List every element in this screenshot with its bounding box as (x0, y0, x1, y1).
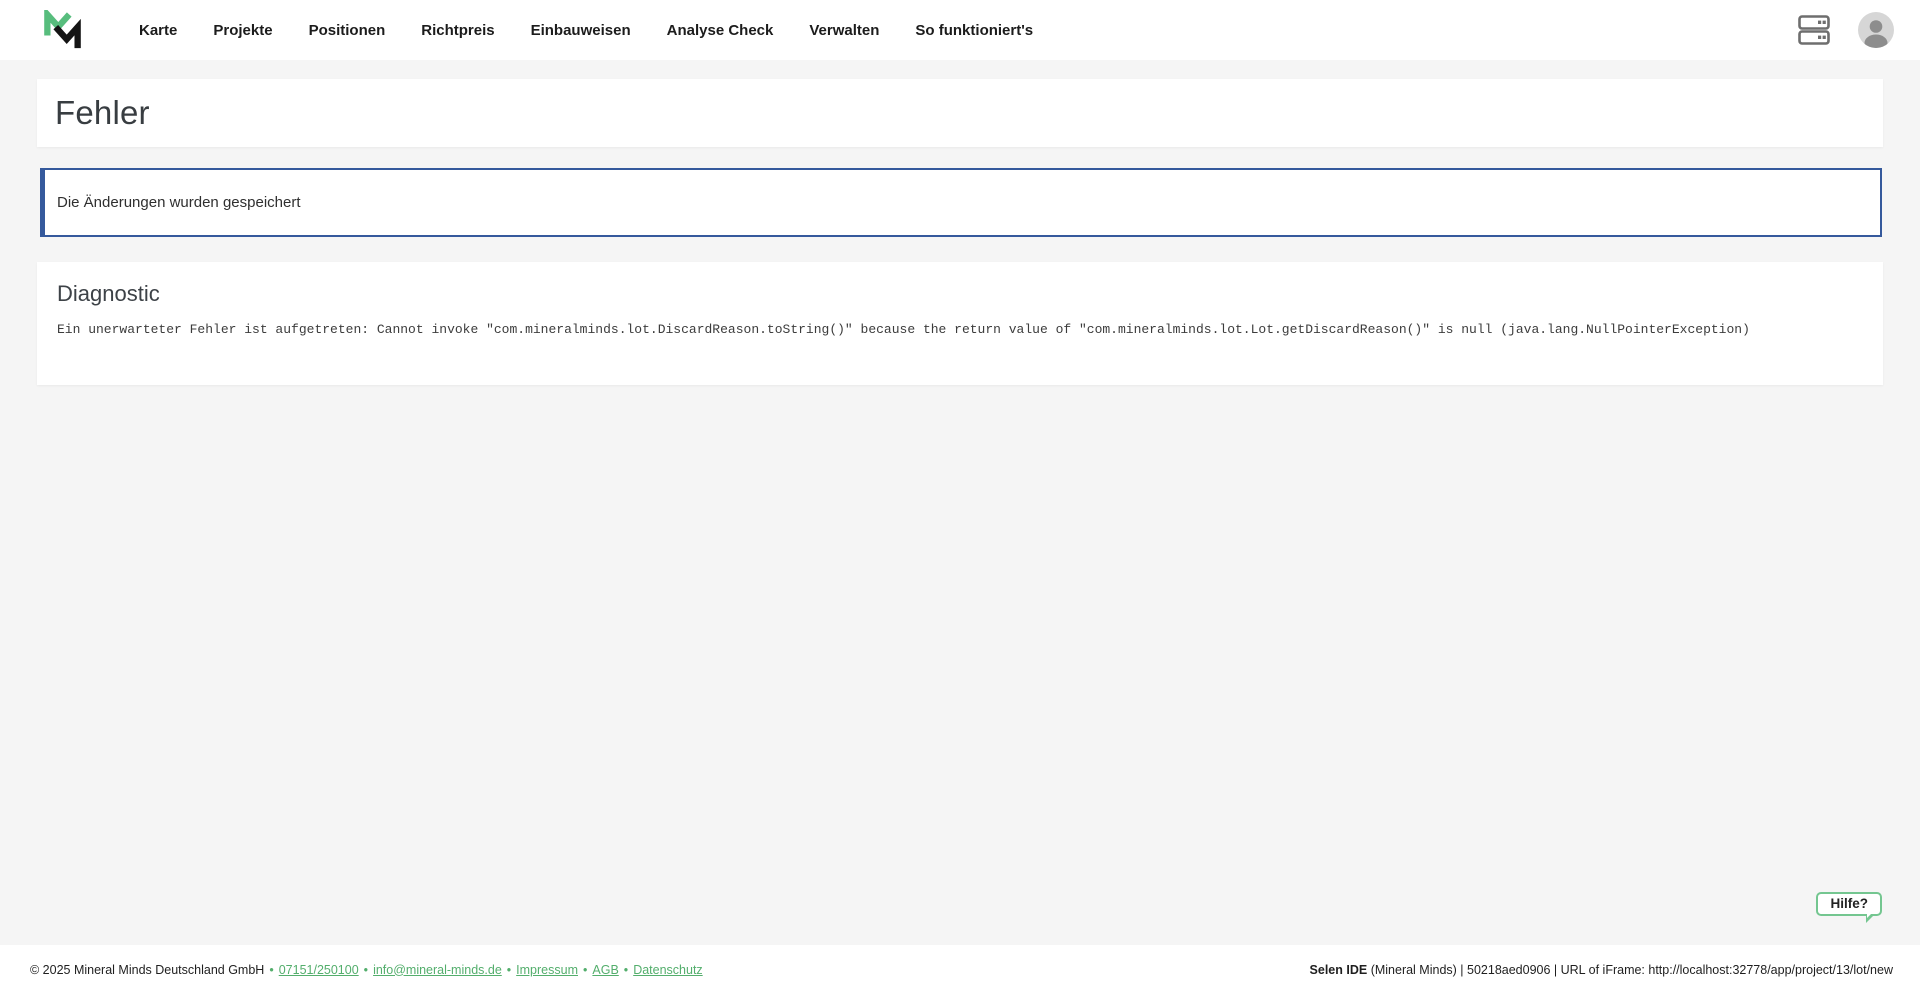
nav-item-verwalten[interactable]: Verwalten (809, 22, 879, 39)
alert-message: Die Änderungen wurden gespeichert (57, 194, 301, 211)
topbar-right-icons (1798, 12, 1894, 48)
footer-separator: • (583, 963, 587, 977)
mineral-minds-logo-icon[interactable] (44, 10, 81, 51)
saved-changes-alert: Die Änderungen wurden gespeichert (40, 168, 1882, 237)
user-avatar-icon[interactable] (1858, 12, 1894, 48)
server-icon[interactable] (1798, 15, 1830, 45)
footer-link-email[interactable]: info@mineral-minds.de (373, 963, 502, 977)
nav-item-analyse-check[interactable]: Analyse Check (667, 22, 774, 39)
footer-separator: • (624, 963, 628, 977)
footer-copyright: © 2025 Mineral Minds Deutschland GmbH (30, 963, 264, 977)
footer: © 2025 Mineral Minds Deutschland GmbH • … (0, 945, 1920, 994)
page-title-card: Fehler (37, 79, 1883, 147)
top-navigation-bar: Karte Projekte Positionen Richtpreis Ein… (0, 0, 1920, 60)
main-content: Fehler Die Änderungen wurden gespeichert… (0, 60, 1920, 945)
nav-item-karte[interactable]: Karte (139, 22, 177, 39)
footer-link-phone[interactable]: 07151/250100 (279, 963, 359, 977)
footer-link-datenschutz[interactable]: Datenschutz (633, 963, 702, 977)
nav-item-richtpreis[interactable]: Richtpreis (421, 22, 494, 39)
footer-link-agb[interactable]: AGB (592, 963, 618, 977)
footer-left: © 2025 Mineral Minds Deutschland GmbH • … (30, 963, 703, 977)
main-nav: Karte Projekte Positionen Richtpreis Ein… (139, 22, 1033, 39)
page-title: Fehler (55, 94, 150, 132)
nav-item-positionen[interactable]: Positionen (309, 22, 386, 39)
footer-right: Selen IDE (Mineral Minds) | 50218aed0906… (1310, 963, 1893, 977)
help-button[interactable]: Hilfe? (1816, 892, 1882, 916)
footer-app-name: Selen IDE (1310, 963, 1368, 977)
footer-separator: • (507, 963, 511, 977)
footer-separator: • (364, 963, 368, 977)
footer-separator: • (269, 963, 273, 977)
nav-item-so-funktionierts[interactable]: So funktioniert's (915, 22, 1033, 39)
footer-frame-info: (Mineral Minds) | 50218aed0906 | URL of … (1367, 963, 1893, 977)
nav-item-projekte[interactable]: Projekte (213, 22, 272, 39)
diagnostic-panel: Diagnostic Ein unerwarteter Fehler ist a… (37, 262, 1883, 385)
diagnostic-error-message: Ein unerwarteter Fehler ist aufgetreten:… (57, 322, 1883, 337)
diagnostic-title: Diagnostic (57, 281, 1883, 307)
nav-item-einbauweisen[interactable]: Einbauweisen (531, 22, 631, 39)
footer-link-impressum[interactable]: Impressum (516, 963, 578, 977)
